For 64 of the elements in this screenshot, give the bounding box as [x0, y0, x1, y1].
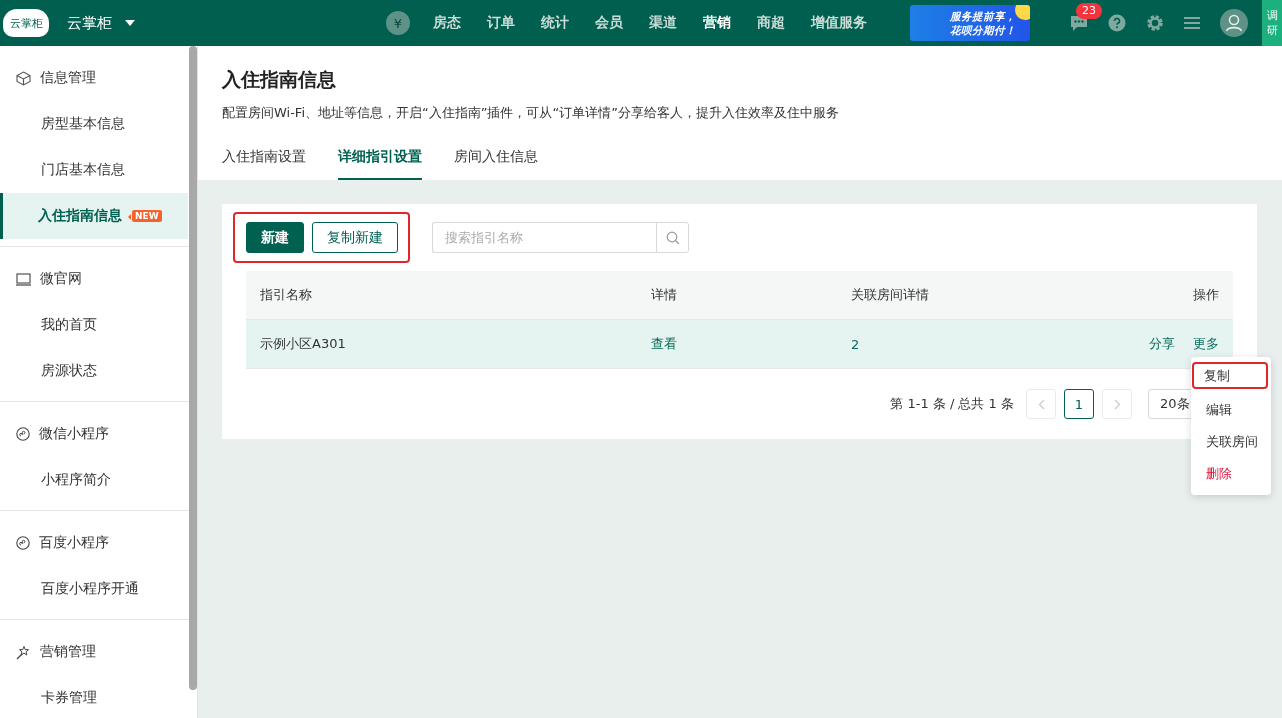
sidebar-item[interactable]: 卡券管理: [0, 675, 188, 718]
sidebar-item[interactable]: 房型基本信息: [0, 101, 188, 147]
sidebar-item[interactable]: 小程序简介: [0, 457, 188, 503]
nav-item[interactable]: 订单: [474, 14, 528, 32]
sidebar-item[interactable]: 门店基本信息: [0, 147, 188, 193]
tab[interactable]: 房间入住信息: [454, 146, 538, 180]
caret-icon[interactable]: [124, 19, 136, 27]
nav-item[interactable]: 增值服务: [798, 14, 880, 32]
nav-item[interactable]: 商超: [744, 14, 798, 32]
nav-item[interactable]: 会员: [582, 14, 636, 32]
avatar-icon[interactable]: [1220, 9, 1248, 37]
sidebar-item[interactable]: 我的首页: [0, 302, 188, 348]
menu-group-title[interactable]: 百度小程序: [39, 534, 109, 552]
menu-item[interactable]: 编辑: [1192, 394, 1268, 426]
sidebar-item[interactable]: 百度小程序开通: [0, 566, 188, 612]
sidebar-item[interactable]: 入住指南信息 NEW: [0, 193, 188, 239]
tab[interactable]: 入住指南设置: [222, 146, 306, 180]
help-icon[interactable]: [1108, 14, 1126, 32]
wand-icon: [16, 644, 31, 660]
scrollbar[interactable]: [189, 46, 197, 690]
search-button[interactable]: [656, 222, 689, 253]
table-row[interactable]: 示例小区A301 查看 2 分享 更多: [246, 320, 1233, 369]
menu-item[interactable]: 关联房间: [1192, 426, 1268, 458]
page-summary: 第 1-1 条 / 总共 1 条: [890, 395, 1014, 413]
share-link[interactable]: 分享: [1149, 335, 1175, 353]
column-header: 操作: [1193, 286, 1219, 304]
nav-item[interactable]: 统计: [528, 14, 582, 32]
promo-banner[interactable]: 服务提前享， 花呗分期付！: [910, 5, 1030, 41]
menu-group-title[interactable]: 微信小程序: [39, 425, 109, 443]
settings-icon[interactable]: [1146, 14, 1164, 32]
menu-item[interactable]: 删除: [1192, 458, 1268, 490]
menu-item[interactable]: 复制: [1192, 362, 1268, 389]
column-header: 指引名称: [260, 286, 313, 304]
nav-item[interactable]: 营销: [690, 14, 744, 32]
tab[interactable]: 详细指引设置: [338, 146, 422, 180]
page-description: 配置房间Wi-Fi、地址等信息，开启“入住指南”插件，可从“订单详情”分享给客人，提升入住效率及住中服务: [222, 104, 840, 122]
nav-item[interactable]: 渠道: [636, 14, 690, 32]
search-field[interactable]: 搜索指引名称: [432, 222, 656, 253]
search-icon: [665, 230, 680, 245]
view-link[interactable]: 查看: [651, 335, 851, 353]
chevron-left-icon: [1037, 398, 1045, 410]
mini-program-icon: [16, 427, 30, 441]
mini-program-icon: [16, 536, 30, 550]
page-button[interactable]: 1: [1064, 389, 1094, 419]
store-name[interactable]: 云掌柜: [67, 13, 112, 33]
table-cell-text: 2: [851, 336, 861, 352]
cube-icon: [16, 70, 31, 86]
menu-group-title[interactable]: 营销管理: [40, 643, 96, 661]
copy-new-button[interactable]: 复制新建: [312, 222, 398, 253]
new-button[interactable]: 新建: [246, 222, 304, 253]
menu-icon[interactable]: [1184, 16, 1200, 30]
sidebar-item[interactable]: 房源状态: [0, 348, 188, 394]
chevron-right-icon: [1113, 398, 1121, 410]
logo[interactable]: 云掌柜: [3, 9, 49, 37]
monitor-icon: [16, 272, 31, 286]
nav-item[interactable]: 房态: [420, 14, 474, 32]
count-badge: 23: [1076, 2, 1102, 19]
menu-group-title[interactable]: 微官网: [40, 270, 82, 288]
table-cell-text: 示例小区A301: [260, 335, 347, 353]
column-header: 关联房间详情: [851, 286, 930, 304]
page-title: 入住指南信息: [222, 67, 337, 92]
more-link[interactable]: 更多: [1193, 335, 1219, 353]
menu-group-title[interactable]: 信息管理: [40, 69, 96, 87]
column-header: 详情: [651, 286, 678, 304]
